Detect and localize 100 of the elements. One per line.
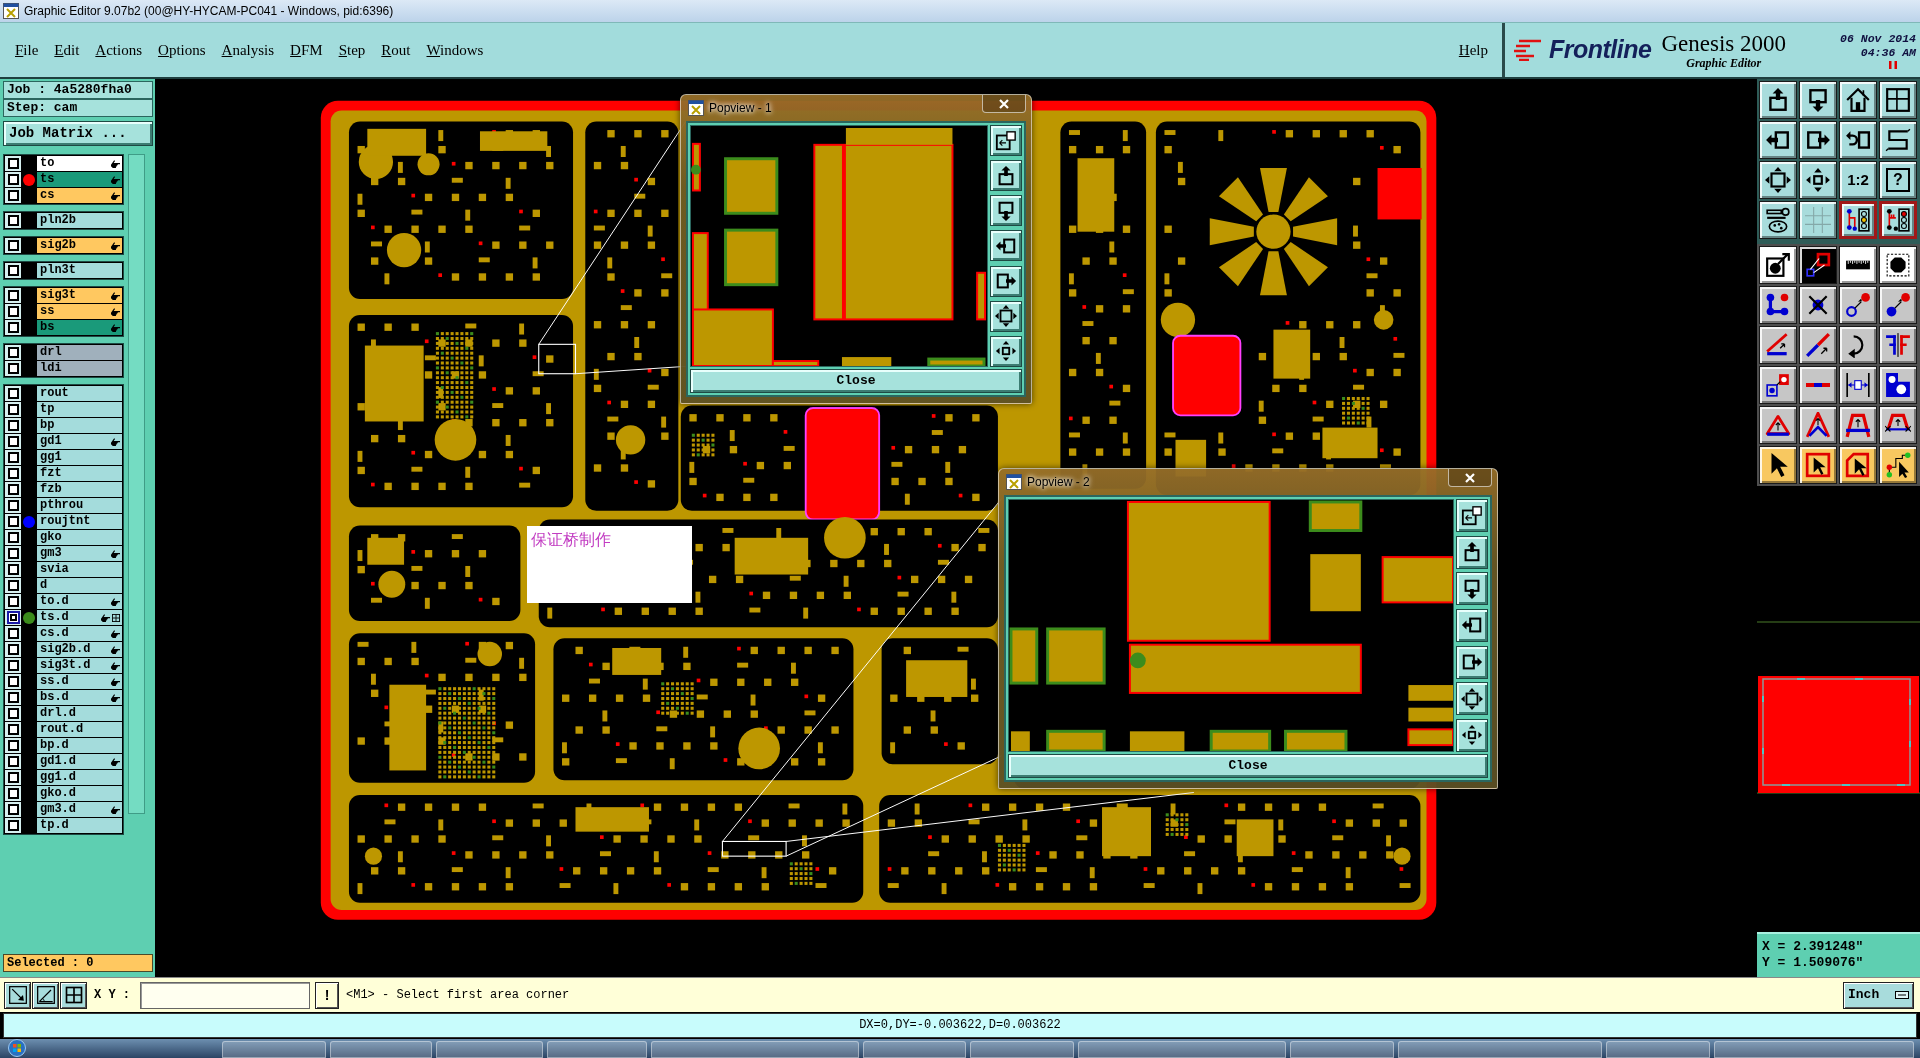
layer-checkbox[interactable]: [7, 306, 19, 317]
layer-checkbox[interactable]: [7, 708, 19, 719]
layer-checkbox[interactable]: [7, 772, 19, 783]
view-button[interactable]: [1456, 535, 1488, 569]
layer-item[interactable]: d: [37, 578, 122, 593]
layer-item[interactable]: bs: [37, 320, 122, 335]
layer-item[interactable]: bs.d: [37, 690, 122, 705]
layer-checkbox[interactable]: [7, 724, 19, 735]
taskbar-button[interactable]: [1290, 1041, 1394, 1058]
menu-item[interactable]: DFM: [290, 38, 323, 62]
tool-button[interactable]: [1839, 366, 1877, 404]
layer-item[interactable]: tp.d: [37, 818, 122, 833]
tool-button[interactable]: [1839, 446, 1877, 484]
view-button[interactable]: [1456, 608, 1488, 642]
tool-button[interactable]: [1759, 81, 1797, 119]
layer-item[interactable]: gd1.d: [37, 754, 122, 769]
tool-button[interactable]: [1759, 246, 1797, 284]
tool-button[interactable]: [4, 981, 31, 1009]
layer-checkbox[interactable]: [7, 596, 19, 607]
layer-item[interactable]: to: [37, 156, 122, 171]
layer-item[interactable]: sig2b.d: [37, 642, 122, 657]
layer-item[interactable]: fzb: [37, 482, 122, 497]
tool-button[interactable]: [1799, 446, 1837, 484]
layer-item[interactable]: rout: [37, 386, 122, 401]
layer-checkbox[interactable]: [7, 676, 19, 687]
layer-item[interactable]: gm3.d: [37, 802, 122, 817]
menu-item[interactable]: Rout: [381, 38, 411, 62]
close-button[interactable]: Close: [1008, 754, 1488, 778]
layer-item[interactable]: sig2b: [37, 238, 122, 253]
tool-button[interactable]: [1759, 366, 1797, 404]
layer-checkbox[interactable]: [7, 190, 19, 201]
view-button[interactable]: [990, 160, 1022, 192]
layer-checkbox[interactable]: [7, 215, 19, 226]
layer-checkbox[interactable]: [7, 692, 19, 703]
layer-checkbox[interactable]: [7, 628, 19, 639]
view-button[interactable]: [1456, 645, 1488, 679]
layer-checkbox[interactable]: [7, 580, 19, 591]
layer-checkbox[interactable]: [7, 388, 19, 399]
layer-checkbox[interactable]: [7, 660, 19, 671]
layer-checkbox[interactable]: [7, 240, 19, 251]
layer-item[interactable]: svia: [37, 562, 122, 577]
tool-button[interactable]: [1799, 246, 1837, 284]
taskbar-button[interactable]: [1398, 1041, 1602, 1058]
layer-checkbox[interactable]: [7, 404, 19, 415]
tool-button[interactable]: [1879, 366, 1917, 404]
help-menu[interactable]: Help: [1458, 38, 1488, 62]
layer-item[interactable]: ss: [37, 304, 122, 319]
layer-item[interactable]: gg1.d: [37, 770, 122, 785]
tool-button[interactable]: [1839, 201, 1877, 239]
layer-item[interactable]: gg1: [37, 450, 122, 465]
layer-item[interactable]: pln2b: [37, 213, 122, 228]
tool-button[interactable]: [1839, 406, 1877, 444]
taskbar-button[interactable]: [1714, 1041, 1914, 1058]
layer-item[interactable]: ss.d: [37, 674, 122, 689]
taskbar-button[interactable]: [1606, 1041, 1710, 1058]
layer-item[interactable]: sig3t.d: [37, 658, 122, 673]
view-button[interactable]: [1456, 718, 1488, 752]
close-button[interactable]: [1448, 469, 1492, 487]
layer-item[interactable]: fzt: [37, 466, 122, 481]
view-button[interactable]: [990, 125, 1022, 156]
layer-item[interactable]: roujtnt: [37, 514, 122, 529]
layer-checkbox[interactable]: [7, 468, 19, 479]
menu-item[interactable]: Windows: [426, 38, 484, 62]
tool-button[interactable]: [1799, 161, 1837, 199]
start-orb-icon[interactable]: [8, 1039, 26, 1057]
tool-button[interactable]: [1879, 246, 1917, 284]
tool-button[interactable]: [1759, 161, 1797, 199]
layer-checkbox[interactable]: [7, 500, 19, 511]
tool-button[interactable]: [32, 981, 59, 1009]
tool-button[interactable]: [1879, 446, 1917, 484]
menu-item[interactable]: Actions: [95, 38, 143, 62]
tool-button[interactable]: [1759, 326, 1797, 364]
view-button[interactable]: [990, 195, 1022, 227]
layer-item[interactable]: pln3t: [37, 263, 122, 278]
layer-item[interactable]: sig3t: [37, 288, 122, 303]
layer-checkbox[interactable]: [7, 548, 19, 559]
taskbar-button[interactable]: [330, 1041, 432, 1058]
layer-checkbox[interactable]: [7, 532, 19, 543]
layer-checkbox[interactable]: [7, 265, 19, 276]
tool-button[interactable]: [1759, 286, 1797, 324]
tool-button[interactable]: [1879, 121, 1917, 159]
tool-button[interactable]: [1799, 201, 1837, 239]
layer-checkbox[interactable]: [7, 322, 19, 333]
tool-button[interactable]: [1839, 326, 1877, 364]
layer-checkbox[interactable]: [7, 436, 19, 447]
layer-checkbox[interactable]: [7, 820, 19, 831]
layer-checkbox[interactable]: [7, 347, 19, 358]
tool-button[interactable]: [1839, 81, 1877, 119]
layer-item[interactable]: drl.d: [37, 706, 122, 721]
layer-checkbox[interactable]: [7, 484, 19, 495]
layer-checkbox[interactable]: [7, 174, 19, 185]
tool-button[interactable]: [1879, 326, 1917, 364]
tool-button[interactable]: [1839, 246, 1877, 284]
view-button[interactable]: [990, 335, 1022, 367]
layer-item[interactable]: cs: [37, 188, 122, 203]
taskbar-button[interactable]: [222, 1041, 326, 1058]
close-button[interactable]: Close: [690, 369, 1022, 393]
menu-item[interactable]: File: [15, 38, 39, 62]
view-button[interactable]: [990, 265, 1022, 297]
tool-button[interactable]: [1879, 81, 1917, 119]
